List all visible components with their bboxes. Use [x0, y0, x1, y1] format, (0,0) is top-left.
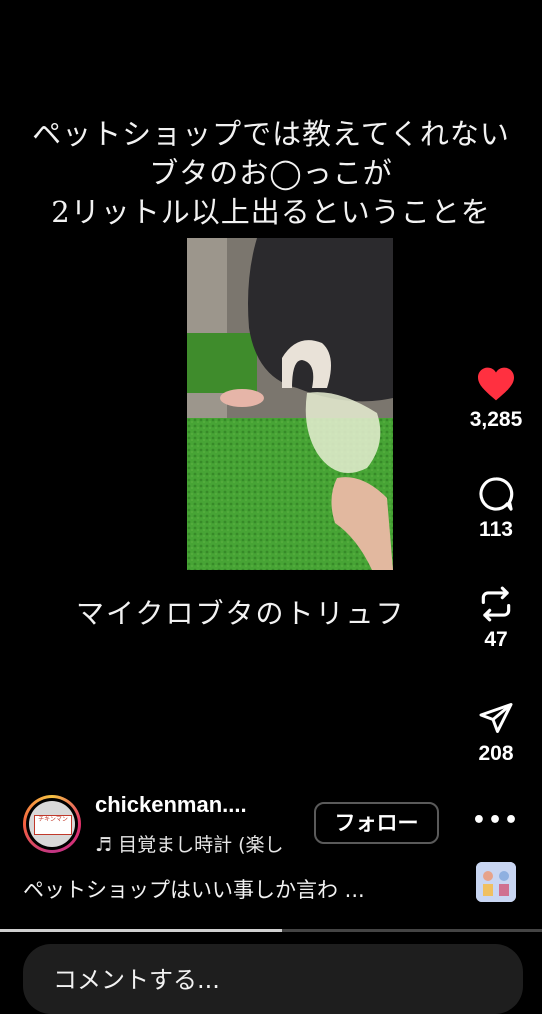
- pig-scene-image: [187, 238, 393, 570]
- repost-count: 47: [484, 628, 508, 651]
- like-count: 3,285: [469, 408, 523, 431]
- comment-icon[interactable]: [477, 475, 515, 513]
- caption-line-1: ペットショップでは教えてくれない: [32, 117, 510, 151]
- send-icon[interactable]: [478, 700, 514, 736]
- comment-input[interactable]: コメントする...: [23, 944, 523, 1014]
- username[interactable]: chickenman....: [95, 792, 247, 818]
- comment-count: 113: [479, 518, 513, 541]
- music-track[interactable]: ♬ 目覚まし時計 (楽し: [95, 830, 295, 857]
- share-action[interactable]: 208: [451, 698, 541, 766]
- more-options-icon[interactable]: •••: [451, 808, 541, 833]
- video-subtitle: マイクロブタのトリュフ: [76, 597, 406, 630]
- audio-thumbnail-icon: [476, 862, 516, 902]
- caption-line-2: ブタのお◯っこが: [149, 156, 393, 190]
- follow-button[interactable]: フォロー: [314, 802, 439, 844]
- post-description[interactable]: ペットショップはいい事しか言わ ...: [23, 874, 365, 904]
- video-progress-bar[interactable]: [0, 929, 542, 932]
- caption-line-3: 2リットル以上出るということを: [51, 195, 491, 229]
- like-action[interactable]: 3,285: [451, 364, 541, 432]
- video-caption: ペットショップでは教えてくれない ブタのお◯っこが 2リットル以上出るということ…: [0, 115, 542, 232]
- repost-action[interactable]: 47: [451, 584, 541, 652]
- avatar[interactable]: チキンマン: [23, 795, 81, 853]
- video-progress-fill: [0, 929, 282, 932]
- video-frame[interactable]: [187, 238, 393, 570]
- comment-action[interactable]: 113: [451, 474, 541, 542]
- share-count: 208: [478, 742, 514, 765]
- repost-icon[interactable]: [477, 585, 515, 623]
- audio-thumbnail[interactable]: [476, 862, 516, 902]
- comment-placeholder: コメントする...: [53, 966, 220, 994]
- avatar-logo-text: チキンマン: [34, 815, 72, 835]
- heart-icon[interactable]: [476, 366, 516, 402]
